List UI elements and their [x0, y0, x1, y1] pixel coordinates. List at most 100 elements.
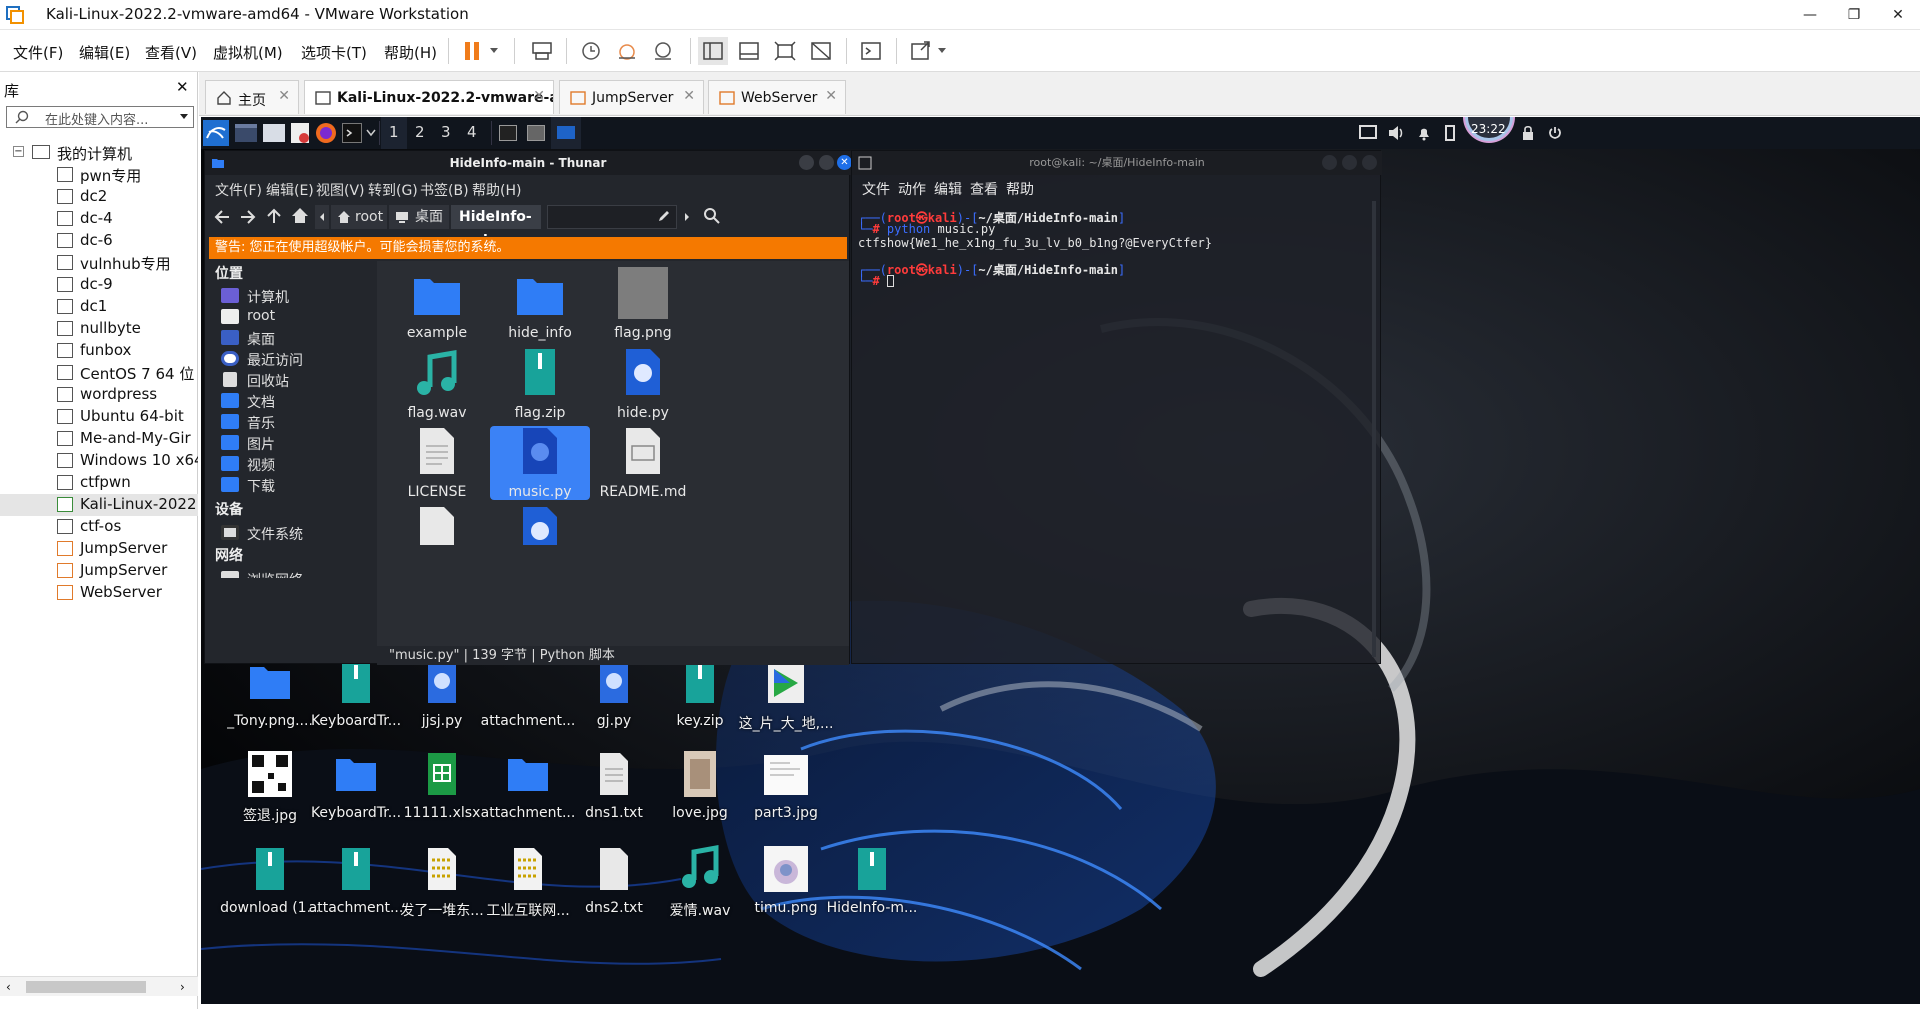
chevron-down-icon[interactable]: [366, 129, 376, 137]
file-item[interactable]: LICENSE: [387, 426, 487, 504]
lock-icon[interactable]: [1521, 125, 1535, 141]
tree-item[interactable]: dc-6: [0, 230, 198, 252]
scroll-right-icon[interactable]: ›: [180, 980, 185, 994]
file-item[interactable]: flag.wav: [387, 347, 487, 425]
terminal-icon[interactable]: [342, 123, 362, 143]
tab-home[interactable]: 主页 ✕: [205, 80, 299, 114]
menu-bookmarks[interactable]: 书签(B): [420, 180, 469, 200]
close-icon[interactable]: ✕: [837, 155, 852, 170]
prompt-line-3[interactable]: └─#: [858, 274, 894, 288]
thunar-titlebar[interactable]: HideInfo-main - Thunar ✕: [205, 151, 852, 175]
path-scroll-left-icon[interactable]: [315, 205, 329, 229]
library-search-input[interactable]: 在此处键入内容...: [6, 106, 194, 128]
collapse-icon[interactable]: −: [13, 146, 24, 157]
menu-view[interactable]: 查看(V): [145, 42, 197, 63]
restore-button[interactable]: ❐: [1832, 0, 1876, 30]
window-button-icon[interactable]: [527, 125, 545, 141]
file-item[interactable]: flag.png: [593, 267, 693, 345]
place-pictures[interactable]: 图片: [221, 432, 371, 454]
menu-edit[interactable]: 编辑(E): [266, 180, 314, 200]
show-library-icon[interactable]: [698, 37, 728, 65]
place-trash[interactable]: 回收站: [221, 369, 371, 391]
chevron-down-icon[interactable]: [179, 113, 189, 121]
back-icon[interactable]: [213, 208, 231, 226]
desktop-icon[interactable]: part3.jpg: [733, 749, 839, 845]
maximize-icon[interactable]: [1342, 155, 1357, 170]
tree-item[interactable]: CentOS 7 64 位: [0, 362, 198, 384]
forward-icon[interactable]: [239, 208, 257, 226]
scroll-left-icon[interactable]: ‹: [6, 980, 11, 994]
tree-item[interactable]: wordpress: [0, 384, 198, 406]
menu-help[interactable]: 帮助(H): [384, 42, 437, 63]
close-tab-icon[interactable]: ✕: [825, 88, 837, 104]
menu-edit[interactable]: 编辑(E): [79, 42, 130, 63]
desktop-icon[interactable]: 这_片_大_地,...: [733, 657, 839, 753]
menu-file[interactable]: 文件(F): [215, 180, 262, 200]
fullscreen-icon[interactable]: [770, 37, 800, 65]
tree-item[interactable]: nullbyte: [0, 318, 198, 340]
menu-view[interactable]: 查看: [970, 179, 998, 199]
minimize-icon[interactable]: [799, 155, 814, 170]
edit-location-icon[interactable]: [657, 209, 671, 223]
place-computer[interactable]: 计算机: [221, 285, 371, 307]
snapshot-icon[interactable]: [576, 37, 606, 65]
tree-item[interactable]: funbox: [0, 340, 198, 362]
unity-mode-icon[interactable]: [806, 37, 836, 65]
battery-icon[interactable]: [1445, 125, 1455, 141]
menu-file[interactable]: 文件: [862, 179, 890, 199]
menu-edit[interactable]: 编辑: [934, 179, 962, 199]
tree-item[interactable]: ctfpwn: [0, 472, 198, 494]
snapshot-manager-icon[interactable]: [648, 37, 678, 65]
place-documents[interactable]: 文档: [221, 390, 371, 412]
file-item[interactable]: hide_info: [490, 267, 590, 345]
tab-kali[interactable]: Kali-Linux-2022.2-vmware-a... ✕: [304, 80, 554, 114]
path-button-current[interactable]: HideInfo-main: [451, 205, 541, 249]
close-tab-icon[interactable]: ✕: [683, 88, 695, 104]
file-item[interactable]: [387, 505, 487, 545]
send-ctrl-alt-del-icon[interactable]: [527, 37, 557, 65]
clock[interactable]: 23:22: [1471, 122, 1506, 136]
close-icon[interactable]: [1362, 155, 1377, 170]
place-videos[interactable]: 视频: [221, 453, 371, 475]
tab-jumpserver[interactable]: JumpServer ✕: [559, 80, 704, 114]
tree-item[interactable]: dc-9: [0, 274, 198, 296]
chevron-down-icon[interactable]: [486, 37, 502, 65]
firefox-icon[interactable]: [316, 123, 336, 143]
path-button-root[interactable]: root: [331, 205, 387, 229]
close-tab-icon[interactable]: ✕: [533, 88, 545, 104]
desktop-icon[interactable]: HideInfo-m...: [819, 844, 925, 940]
maximize-icon[interactable]: [819, 155, 834, 170]
tree-item-selected[interactable]: Kali-Linux-2022.: [0, 494, 198, 516]
menu-tabs[interactable]: 选项卡(T): [301, 42, 367, 63]
library-hscrollbar[interactable]: ‹ ›: [0, 976, 198, 996]
menu-go[interactable]: 转到(G): [368, 180, 418, 200]
revert-snapshot-icon[interactable]: [612, 37, 642, 65]
window-button-terminal-icon[interactable]: [499, 125, 517, 141]
show-desktop-icon[interactable]: [235, 124, 257, 142]
file-item[interactable]: hide.py: [593, 347, 693, 425]
menu-vm[interactable]: 虚拟机(M): [213, 42, 283, 63]
file-item[interactable]: [490, 505, 590, 545]
text-editor-icon[interactable]: [291, 123, 309, 143]
tree-item[interactable]: WebServer: [0, 582, 198, 604]
place-root[interactable]: root: [221, 306, 371, 328]
menu-actions[interactable]: 动作: [898, 179, 926, 199]
pause-icon[interactable]: [458, 37, 488, 65]
minimize-icon[interactable]: [1322, 155, 1337, 170]
tree-item[interactable]: JumpServer: [0, 560, 198, 582]
device-filesystem[interactable]: 文件系统: [221, 522, 371, 544]
workspace-4[interactable]: 4: [467, 123, 477, 141]
tree-item[interactable]: Windows 10 x64: [0, 450, 198, 472]
home-icon[interactable]: [291, 207, 309, 225]
stretch-guest-icon[interactable]: [906, 37, 936, 65]
window-button-active[interactable]: [551, 117, 581, 149]
menu-file[interactable]: 文件(F): [13, 42, 63, 63]
file-item[interactable]: flag.zip: [490, 347, 590, 425]
thumbnail-bar-icon[interactable]: [734, 37, 764, 65]
notification-bell-icon[interactable]: [1416, 125, 1432, 141]
tree-root[interactable]: − 我的计算机: [0, 142, 198, 164]
tree-item[interactable]: Me-and-My-Gir: [0, 428, 198, 450]
scroll-thumb[interactable]: [26, 981, 146, 993]
menu-help[interactable]: 帮助: [1006, 179, 1034, 199]
terminal-titlebar[interactable]: root@kali: ~/桌面/HideInfo-main: [852, 151, 1382, 175]
